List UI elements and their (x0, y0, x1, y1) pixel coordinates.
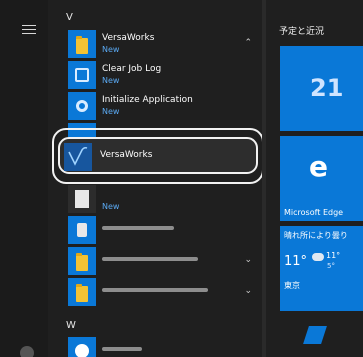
weather-temp: 11° (284, 254, 308, 269)
folder-title: VersaWorks (102, 33, 155, 43)
list-item-blurred-folder[interactable]: ⌄ (68, 277, 258, 307)
new-badge: New (102, 202, 120, 211)
cloud-icon (312, 253, 324, 261)
section-letter-v[interactable]: V (66, 12, 73, 23)
list-item-versaworks-help[interactable]: New (68, 184, 258, 214)
tile-panel: 予定と近況 21 e Microsoft Edge 晴れ所により曇り 11° 1… (266, 0, 363, 357)
edge-browser-icon: e (309, 150, 328, 183)
section-letter-w[interactable]: W (66, 320, 76, 331)
folder-icon (68, 278, 96, 306)
versaworks-logo-icon (64, 143, 92, 171)
start-menu: V VersaWorks New ⌃ Clear Job Log New Ini… (0, 0, 363, 357)
new-badge: New (102, 76, 120, 85)
app-icon (68, 61, 96, 89)
folder-icon (68, 247, 96, 275)
new-badge: New (102, 107, 120, 116)
list-item-clear-job-log[interactable]: Clear Job Log New (68, 60, 258, 90)
hamburger-menu-icon[interactable] (22, 25, 36, 35)
weather-high: 11° (326, 251, 341, 260)
list-item-versaworks-selected[interactable]: VersaWorks (58, 137, 258, 174)
chevron-up-icon: ⌃ (244, 38, 252, 48)
list-item-initialize-application[interactable]: Initialize Application New (68, 91, 258, 121)
gear-icon (68, 92, 96, 120)
blurred-label (102, 226, 174, 230)
app-icon (68, 337, 96, 357)
tile-bottom[interactable] (280, 316, 363, 357)
blurred-label (102, 347, 142, 351)
blurred-label (102, 257, 198, 261)
weather-tile[interactable]: 晴れ所により曇り 11° 11° 5° 東京 (280, 226, 363, 311)
document-icon (68, 185, 96, 213)
new-badge: New (102, 45, 120, 54)
chevron-down-icon: ⌄ (244, 286, 252, 296)
tile-group-title[interactable]: 予定と近況 (279, 24, 324, 37)
calendar-tile[interactable]: 21 (280, 46, 363, 131)
blurred-label (102, 288, 208, 292)
list-item-label: Clear Job Log (102, 64, 162, 74)
edge-tile[interactable]: e Microsoft Edge (280, 136, 363, 221)
weather-city: 東京 (284, 281, 300, 290)
list-item-blurred[interactable] (68, 215, 258, 245)
list-item-blurred[interactable] (68, 336, 258, 357)
calendar-date: 21 (310, 74, 344, 102)
list-item-blurred-folder[interactable]: ⌄ (68, 246, 258, 276)
edge-label: Microsoft Edge (284, 208, 344, 217)
user-avatar-icon[interactable] (20, 346, 34, 357)
folder-icon (68, 30, 96, 58)
folder-versaworks[interactable]: VersaWorks New ⌃ (68, 29, 258, 59)
weather-forecast: 晴れ所により曇り (284, 231, 348, 240)
list-item-label: Initialize Application (102, 95, 193, 105)
app-tile-icon (303, 326, 327, 344)
list-item-label: VersaWorks (100, 150, 153, 160)
weather-low: 5° (327, 262, 335, 270)
chevron-down-icon: ⌄ (244, 255, 252, 265)
app-icon (68, 216, 96, 244)
left-rail (0, 0, 48, 357)
